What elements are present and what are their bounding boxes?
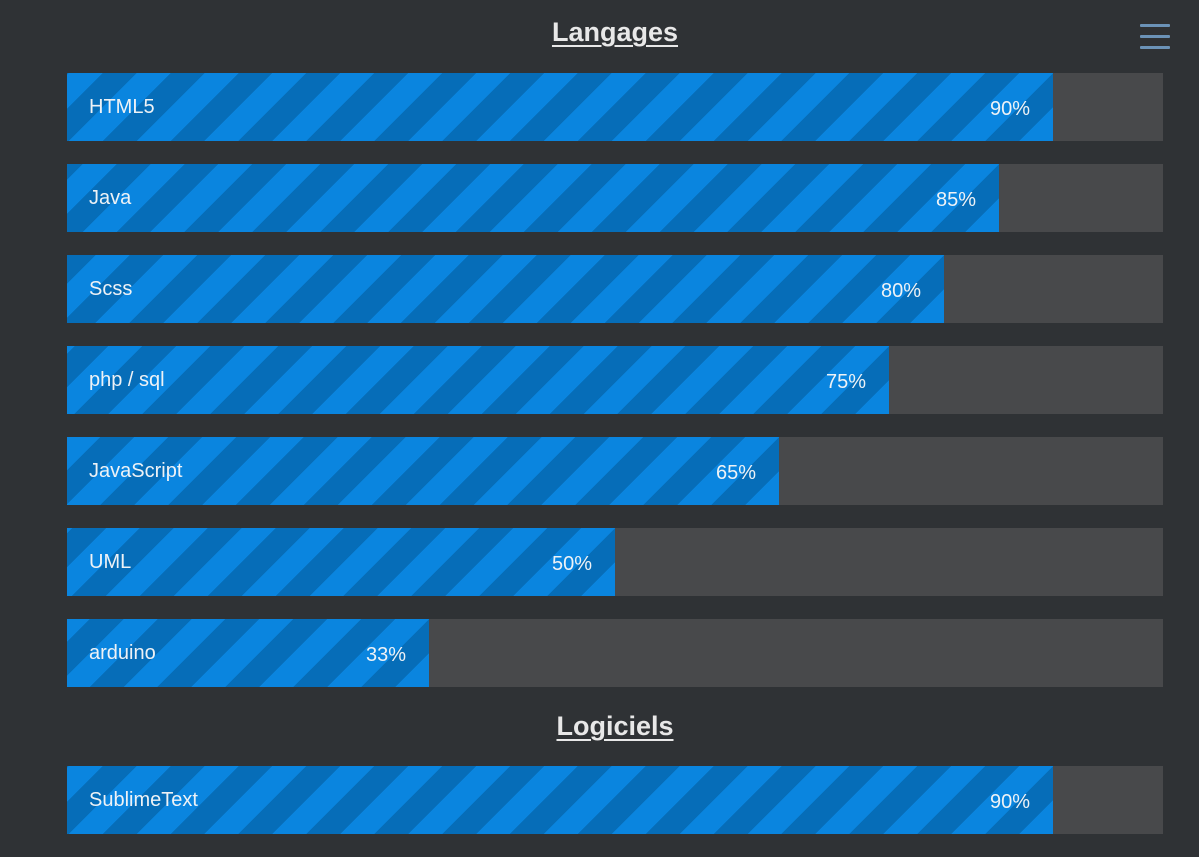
skill-name: SublimeText	[89, 789, 198, 811]
skill-percent: 90%	[989, 791, 1030, 813]
skill-bar-fill	[67, 73, 1053, 141]
skill-name: HTML5	[89, 96, 155, 118]
skill-bar: HTML5 90%	[67, 73, 1163, 141]
skill-percent: 80%	[880, 280, 921, 302]
skill-name: Scss	[89, 278, 133, 300]
skill-bar-fill	[67, 255, 944, 323]
skill-bar: Scss 80%	[67, 255, 1163, 323]
skill-name: arduino	[89, 642, 156, 664]
skill-name: JavaScript	[89, 460, 183, 482]
skill-bar: UML 50%	[67, 528, 1163, 596]
skill-bar-fill	[67, 528, 615, 596]
section-title-logiciels: Logiciels	[556, 711, 674, 741]
skill-percent: 33%	[365, 644, 406, 666]
skill-bar: php / sql 75%	[67, 346, 1163, 414]
skill-percent: 90%	[989, 98, 1030, 120]
skill-percent: 65%	[715, 462, 756, 484]
skill-bar-fill	[67, 766, 1053, 834]
skill-name: UML	[89, 551, 132, 573]
skill-list-langages: HTML5 90% Java 85% Scss 80% php / sql 75…	[67, 73, 1163, 710]
skill-percent: 50%	[551, 553, 592, 575]
skill-percent: 85%	[935, 189, 976, 211]
skill-name: Java	[89, 187, 132, 209]
skill-bar-fill	[67, 164, 999, 232]
skill-percent: 75%	[825, 371, 866, 393]
skill-name: php / sql	[89, 369, 165, 391]
skill-bar: arduino 33%	[67, 619, 1163, 687]
skill-bar-fill	[67, 346, 889, 414]
skill-bar: JavaScript 65%	[67, 437, 1163, 505]
skill-bar: Java 85%	[67, 164, 1163, 232]
skill-bar: SublimeText 90%	[67, 766, 1163, 834]
section-title-langages: Langages	[551, 17, 679, 47]
skill-list-logiciels: SublimeText 90%	[67, 766, 1163, 857]
